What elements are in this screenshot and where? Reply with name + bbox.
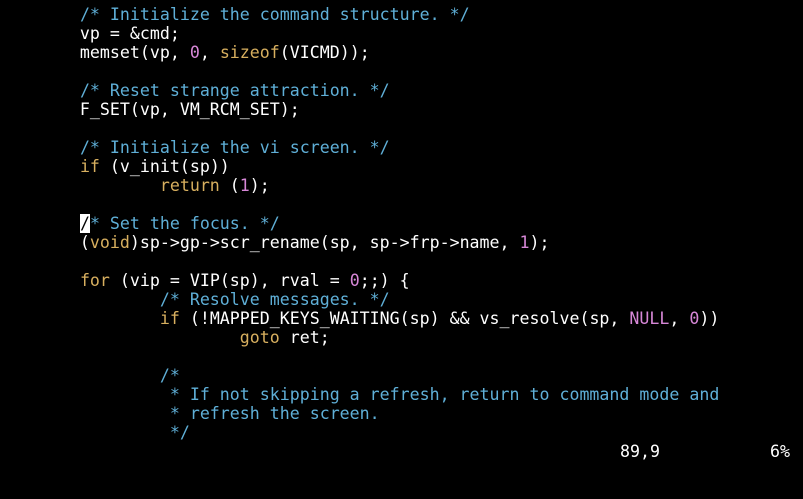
code-constant: NULL <box>629 309 670 328</box>
code-comment: /* Initialize the vi screen. */ <box>79 138 390 157</box>
code-text: ret; <box>279 328 330 347</box>
code-line[interactable]: /* Reset strange attraction. */ <box>0 81 803 100</box>
code-line[interactable]: */ <box>0 423 803 442</box>
code-line[interactable]: * refresh the screen. <box>0 404 803 423</box>
code-text: , <box>669 309 690 328</box>
code-line[interactable]: for (vip = VIP(sp), rval = 0;;) { <box>0 271 803 290</box>
code-line[interactable]: goto ret; <box>0 328 803 347</box>
code-line[interactable]: /* Set the focus. */ <box>0 214 803 233</box>
code-comment: */ <box>169 423 190 442</box>
code-text: , <box>199 43 220 62</box>
code-comment: /* Resolve messages. */ <box>159 290 390 309</box>
code-constant: 0 <box>189 43 200 62</box>
code-line[interactable]: /* Resolve messages. */ <box>0 290 803 309</box>
code-keyword: if <box>159 309 180 328</box>
code-comment: * If not skipping a refresh, return to c… <box>169 385 720 404</box>
code-text: ); <box>249 176 270 195</box>
code-line[interactable]: (void)sp->gp->scr_rename(sp, sp->frp->na… <box>0 233 803 252</box>
code-keyword: if <box>79 157 100 176</box>
code-text: )) <box>699 309 720 328</box>
code-keyword: for <box>79 271 110 290</box>
code-line[interactable]: if (!MAPPED_KEYS_WAITING(sp) && vs_resol… <box>0 309 803 328</box>
code-comment: * Set the focus. */ <box>89 214 280 233</box>
code-text: vp = &cmd; <box>0 24 180 43</box>
code-constant: 0 <box>689 309 700 328</box>
code-line[interactable] <box>0 119 803 138</box>
code-line[interactable]: memset(vp, 0, sizeof(VICMD)); <box>0 43 803 62</box>
code-line[interactable]: /* Initialize the vi screen. */ <box>0 138 803 157</box>
code-keyword: return <box>159 176 220 195</box>
code-line[interactable]: /* Initialize the command structure. */ <box>0 5 803 24</box>
code-text: (!MAPPED_KEYS_WAITING(sp) && vs_resolve(… <box>179 309 630 328</box>
code-constant: 1 <box>239 176 250 195</box>
code-text: ( <box>219 176 240 195</box>
code-line[interactable]: F_SET(vp, VM_RCM_SET); <box>0 100 803 119</box>
code-line[interactable] <box>0 62 803 81</box>
code-text: ( <box>0 233 90 252</box>
code-line[interactable] <box>0 195 803 214</box>
code-line[interactable]: return (1); <box>0 176 803 195</box>
code-text: (VICMD)); <box>279 43 370 62</box>
code-text: ;;) { <box>359 271 410 290</box>
cursor-position: 89,9 <box>620 442 660 461</box>
scroll-percent: 6% <box>770 442 790 461</box>
code-line[interactable] <box>0 252 803 271</box>
code-text: (v_init(sp)) <box>99 157 230 176</box>
code-editor[interactable]: /* Initialize the command structure. */ … <box>0 5 803 442</box>
text-cursor: / <box>79 214 90 233</box>
code-comment: /* Reset strange attraction. */ <box>79 81 390 100</box>
code-text: F_SET(vp, VM_RCM_SET); <box>0 100 300 119</box>
code-comment: /* <box>159 366 180 385</box>
code-comment: * refresh the screen. <box>169 404 380 423</box>
code-text: memset(vp, <box>0 43 190 62</box>
code-text: (vip = VIP(sp), rval = <box>109 271 350 290</box>
code-line[interactable]: /* <box>0 366 803 385</box>
code-keyword: sizeof <box>219 43 280 62</box>
code-constant: 0 <box>349 271 360 290</box>
code-text: )sp->gp->scr_rename(sp, sp->frp->name, <box>129 233 520 252</box>
code-line[interactable]: if (v_init(sp)) <box>0 157 803 176</box>
code-line[interactable] <box>0 347 803 366</box>
code-constant: 1 <box>519 233 530 252</box>
code-line[interactable]: vp = &cmd; <box>0 24 803 43</box>
code-comment: /* Initialize the command structure. */ <box>79 5 470 24</box>
code-keyword: goto <box>239 328 280 347</box>
code-line[interactable]: * If not skipping a refresh, return to c… <box>0 385 803 404</box>
status-line: 89,9 6% <box>0 442 803 461</box>
code-text: ); <box>529 233 550 252</box>
code-keyword: void <box>89 233 130 252</box>
